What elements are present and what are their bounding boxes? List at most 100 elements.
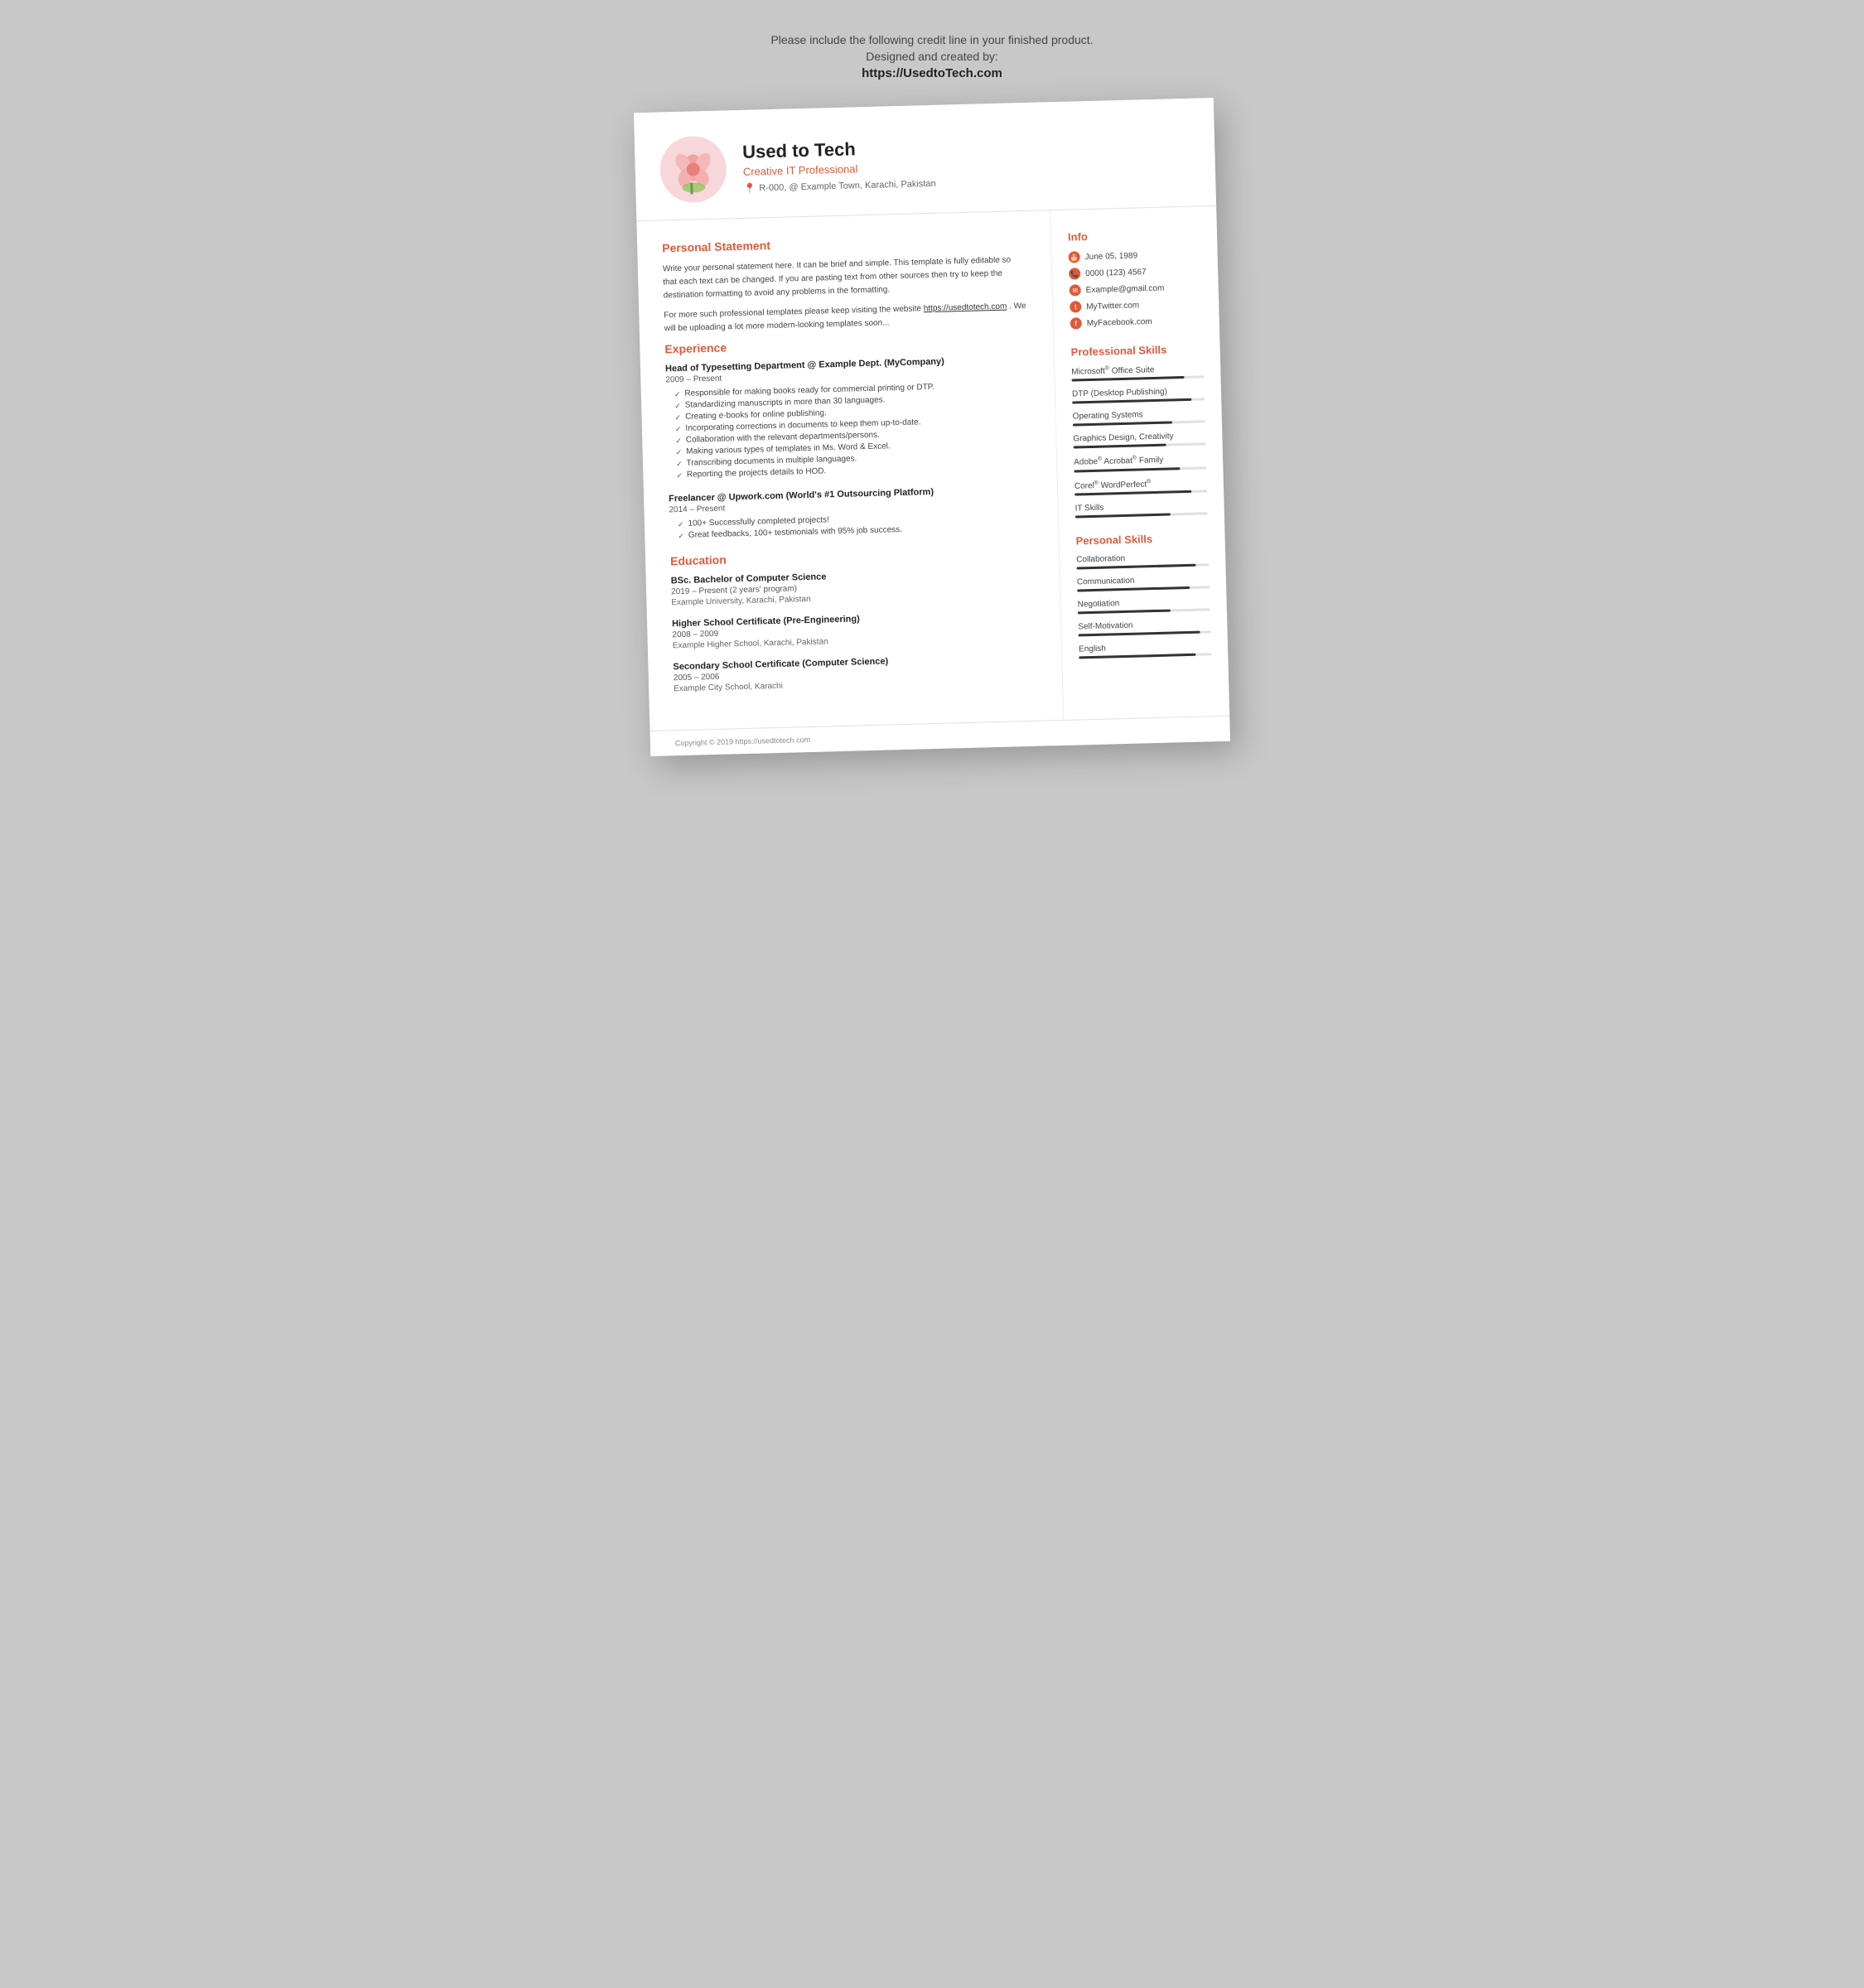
skill-item: Communication <box>1077 574 1210 591</box>
birthday-icon: 🎂 <box>1069 251 1080 263</box>
skill-item: English <box>1079 641 1211 659</box>
info-item-twitter: t MyTwitter.com <box>1070 297 1202 312</box>
info-section: Info 🎂 June 05, 1989 📞 0000 (123) 4567 ✉… <box>1068 227 1203 329</box>
skill-label: Communication <box>1077 574 1210 586</box>
skill-bar-fill <box>1079 631 1200 637</box>
skill-bar-bg <box>1077 586 1210 591</box>
skill-label: Adobe® Acrobat® Family <box>1074 454 1206 468</box>
skill-item: Adobe® Acrobat® Family <box>1074 454 1206 473</box>
education-section: Education BSc. Bachelor of Computer Scie… <box>670 545 1037 693</box>
skill-bar-fill <box>1072 398 1191 404</box>
info-phone: 0000 (123) 4567 <box>1085 268 1147 278</box>
personal-skills-title: Personal Skills <box>1075 531 1208 547</box>
resume-body: Personal Statement Write your personal s… <box>636 206 1229 731</box>
skill-label: Self-Motivation <box>1078 619 1210 631</box>
skill-label: Graphics Design, Creativity <box>1073 432 1205 444</box>
credit-area: Please include the following credit line… <box>770 33 1093 80</box>
usedtotech-link[interactable]: https://usedtotech.com <box>924 302 1007 314</box>
personal-statement-para2: For more such professional templates ple… <box>664 300 1028 335</box>
skill-item: DTP (Desktop Publishing) <box>1072 387 1205 404</box>
exp-bullets-1: Responsible for making books ready for c… <box>666 380 1032 480</box>
exp-item-1: Head of Typesetting Department @ Example… <box>665 355 1032 480</box>
info-item-facebook: f MyFacebook.com <box>1070 314 1203 329</box>
skill-label: Operating Systems <box>1073 409 1205 422</box>
skill-bar-bg <box>1074 490 1207 495</box>
skill-label: IT Skills <box>1074 500 1207 513</box>
resume-page: Used to Tech Creative IT Professional 📍 … <box>634 98 1230 756</box>
resume-subtitle: Creative IT Professional <box>743 161 936 178</box>
skill-bar-fill <box>1072 376 1185 382</box>
skill-bar-fill <box>1078 610 1171 615</box>
skill-item: Corel® WordPerfect® <box>1074 477 1207 496</box>
skill-bar-fill <box>1075 513 1171 518</box>
skill-item: Negotiation <box>1078 596 1210 614</box>
skill-item: IT Skills <box>1074 500 1207 518</box>
personal-statement-title: Personal Statement <box>662 232 1026 254</box>
skill-label: Collaboration <box>1076 552 1209 564</box>
twitter-icon: t <box>1070 301 1081 312</box>
info-facebook: MyFacebook.com <box>1087 317 1152 328</box>
skill-bar-bg <box>1078 608 1210 614</box>
resume-header: Used to Tech Creative IT Professional 📍 … <box>634 98 1216 221</box>
right-column: Info 🎂 June 05, 1989 📞 0000 (123) 4567 ✉… <box>1050 206 1229 720</box>
professional-skills-section: Professional Skills Microsoft® Office Su… <box>1070 342 1207 518</box>
info-dob: June 05, 1989 <box>1085 251 1138 262</box>
left-column: Personal Statement Write your personal s… <box>636 210 1064 731</box>
skill-label: Corel® WordPerfect® <box>1074 477 1207 491</box>
personal-statement-section: Personal Statement Write your personal s… <box>662 232 1028 335</box>
header-info: Used to Tech Creative IT Professional 📍 … <box>742 137 936 195</box>
skill-item: Collaboration <box>1076 552 1209 569</box>
avatar <box>659 135 727 203</box>
skill-item: Microsoft® Office Suite <box>1071 363 1204 382</box>
page-wrapper: Used to Tech Creative IT Professional 📍 … <box>642 105 1222 749</box>
skill-bar-bg <box>1075 512 1208 518</box>
exp-bullets-2: 100+ Successfully completed projects! Gr… <box>669 510 1034 541</box>
resume-name: Used to Tech <box>742 137 935 163</box>
skill-bar-fill <box>1074 444 1166 449</box>
skill-item: Self-Motivation <box>1078 619 1210 636</box>
edu-item-3: Secondary School Certificate (Computer S… <box>673 653 1037 693</box>
experience-section: Experience Head of Typesetting Departmen… <box>664 333 1033 541</box>
skill-item: Graphics Design, Creativity <box>1073 432 1205 449</box>
skill-bar-fill <box>1074 467 1180 472</box>
skill-label: Microsoft® Office Suite <box>1071 363 1204 377</box>
credit-line2: Designed and created by: <box>770 50 1093 63</box>
email-icon: ✉ <box>1070 284 1081 296</box>
info-item-email: ✉ Example@gmail.com <box>1070 281 1202 296</box>
skill-bar-bg <box>1073 421 1205 427</box>
personal-statement-para1: Write your personal statement here. It c… <box>663 253 1027 302</box>
skill-bar-bg <box>1072 376 1205 382</box>
info-item-dob: 🎂 June 05, 1989 <box>1069 248 1201 263</box>
professional-skills-title: Professional Skills <box>1070 342 1203 358</box>
skill-bar-bg <box>1079 630 1211 636</box>
skill-item: Operating Systems <box>1073 409 1205 427</box>
skill-bar-fill <box>1076 564 1195 570</box>
skill-label: Negotiation <box>1078 596 1210 609</box>
address-text: R-000, @ Example Town, Karachi, Pakistan <box>759 179 936 194</box>
skill-bar-bg <box>1074 443 1206 449</box>
facebook-icon: f <box>1070 317 1082 329</box>
edu-item-2: Higher School Certificate (Pre-Engineeri… <box>672 610 1036 650</box>
exp-item-2: Freelancer @ Upwork.com (World's #1 Outs… <box>669 485 1033 541</box>
info-twitter: MyTwitter.com <box>1086 301 1139 311</box>
personal-skills-section: Personal Skills Collaboration Communicat… <box>1075 531 1211 659</box>
info-section-title: Info <box>1068 227 1200 243</box>
skill-label: DTP (Desktop Publishing) <box>1072 387 1205 399</box>
experience-title: Experience <box>664 333 1028 355</box>
location-icon: 📍 <box>743 182 756 194</box>
skill-bar-fill <box>1079 654 1195 659</box>
credit-link: https://UsedtoTech.com <box>770 66 1093 80</box>
info-item-phone: 📞 0000 (123) 4567 <box>1069 264 1201 279</box>
skill-bar-fill <box>1074 490 1191 496</box>
skill-bar-bg <box>1076 563 1209 569</box>
skill-label: English <box>1079 641 1211 654</box>
skill-bar-bg <box>1074 466 1206 472</box>
info-email: Example@gmail.com <box>1086 283 1165 294</box>
skill-bar-fill <box>1077 586 1190 592</box>
phone-icon: 📞 <box>1069 268 1080 279</box>
skill-bar-bg <box>1079 653 1211 659</box>
footer-text: Copyright © 2019 https://usedtotech.com <box>675 736 810 747</box>
credit-line1: Please include the following credit line… <box>770 33 1093 46</box>
education-title: Education <box>670 545 1034 567</box>
skill-bar-bg <box>1072 398 1205 404</box>
